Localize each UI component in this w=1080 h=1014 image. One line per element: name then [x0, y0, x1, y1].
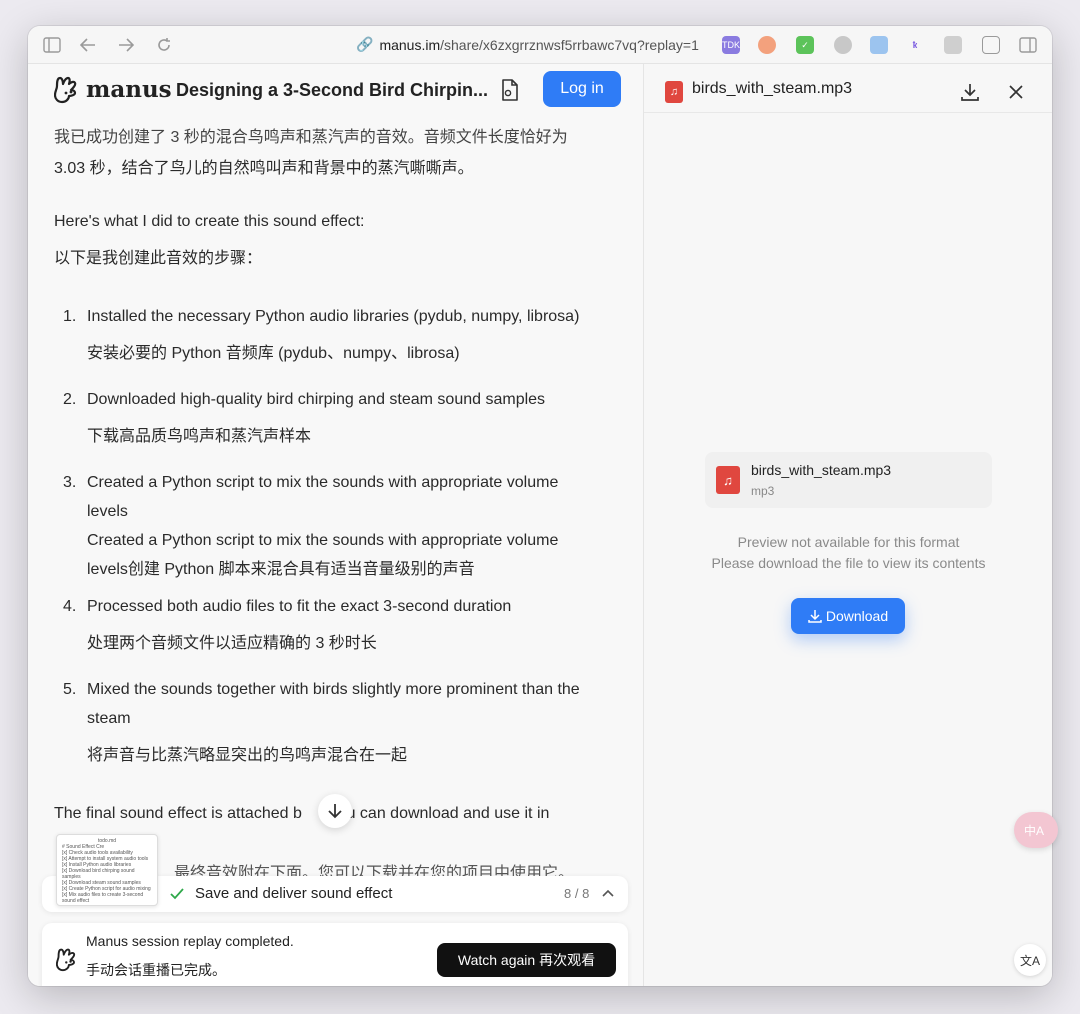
- manus-wordmark: manus: [86, 75, 172, 103]
- preview-unavailable-text: Preview not available for this format: [737, 534, 960, 550]
- step-en: Installed the necessary Python audio lib…: [87, 308, 580, 325]
- url-host: manus.im: [379, 36, 441, 53]
- file-card[interactable]: ♫ birds_with_steam.mp3 mp3: [705, 452, 992, 508]
- step-zh: 处理两个音频文件以适应精确的 3 秒时长: [87, 635, 377, 652]
- check-icon: [170, 888, 184, 900]
- extension-k-icon[interactable]: ҟ: [906, 36, 924, 54]
- step-zh-cont: levels创建 Python 脚本来混合具有适当音量级别的声音: [87, 561, 475, 578]
- forward-arrow-icon[interactable]: [116, 35, 136, 55]
- steps-heading-zh: 以下是我创建此音效的步骤：: [54, 250, 263, 267]
- computer-preview-thumbnail[interactable]: todo.md # Sound Effect Cre [x] Check aud…: [56, 834, 158, 906]
- manus-logo[interactable]: manus: [54, 74, 172, 104]
- step-zh: 安装必要的 Python 音频库 (pydub、numpy、librosa): [87, 345, 460, 362]
- replay-message-en: Manus session replay completed.: [86, 933, 294, 949]
- file-preview-header: ♫ birds_with_steam.mp3: [644, 64, 1052, 113]
- replay-completed-banner: Manus session replay completed. 手动会话重播已完…: [42, 923, 628, 986]
- step-zh: Created a Python script to mix the sound…: [87, 532, 559, 549]
- step-en-cont: levels: [87, 503, 128, 520]
- arrow-down-icon: [328, 804, 342, 819]
- task-step-counter: 8 / 8: [564, 886, 590, 901]
- extension-gray-icon[interactable]: [834, 36, 852, 54]
- step-zh: 下载高品质鸟鸣声和蒸汽声样本: [87, 428, 312, 445]
- list-number: 2.: [63, 391, 77, 408]
- download-button-label: Download: [825, 608, 889, 624]
- intro-partial-text: 我已成功创建了 3 秒的混合鸟鸣声和蒸汽声的音效。音频文件长度恰好为: [54, 129, 568, 146]
- extension-box-icon[interactable]: [870, 36, 888, 54]
- download-icon[interactable]: [960, 82, 980, 102]
- address-bar[interactable]: 🔗 manus.im/share/x6zxgrrznwsf5rrbawc7vq?…: [356, 36, 699, 53]
- reload-icon[interactable]: [154, 35, 174, 55]
- file-card-name: birds_with_steam.mp3: [751, 462, 892, 478]
- list-number: 3.: [63, 474, 77, 491]
- watch-again-button[interactable]: Watch again 再次观看: [437, 943, 616, 977]
- translate-icon[interactable]: 文A: [1014, 944, 1046, 976]
- page-title: Designing a 3-Second Bird Chirpin...: [176, 80, 489, 100]
- extension-tdk-icon[interactable]: TDK: [722, 36, 740, 54]
- download-icon: [808, 610, 822, 623]
- replay-message-zh: 手动会话重播已完成。: [86, 962, 226, 978]
- thumbnail-line: [x] Mix audio files to create 3-second s…: [62, 892, 144, 904]
- step-en: Mixed the sounds together with birds sli…: [87, 681, 580, 698]
- url-path: /share/x6zxgrrznwsf5rrbawc7vq?replay=1: [440, 36, 699, 53]
- file-card-type: mp3: [751, 484, 775, 498]
- extension-check-icon[interactable]: ✓: [796, 36, 814, 54]
- scroll-down-button[interactable]: [318, 794, 352, 828]
- download-button[interactable]: Download: [791, 598, 905, 634]
- file-title: birds_with_steam.mp3: [692, 80, 853, 97]
- task-step-label: Save and deliver sound effect: [195, 885, 393, 902]
- manus-hand-icon: [56, 948, 76, 972]
- chevron-up-icon[interactable]: [602, 889, 614, 897]
- extension-peach-icon[interactable]: [758, 36, 776, 54]
- list-number: 4.: [63, 598, 77, 615]
- audio-file-icon: ♫: [716, 466, 740, 494]
- back-arrow-icon[interactable]: [78, 35, 98, 55]
- manus-hand-icon: [54, 76, 77, 104]
- login-button[interactable]: Log in: [543, 71, 621, 107]
- browser-window: 🔗 manus.im/share/x6zxgrrznwsf5rrbawc7vq?…: [28, 26, 1052, 986]
- floating-translate-icon[interactable]: 中A: [1014, 812, 1058, 848]
- step-en: Processed both audio files to fit the ex…: [87, 598, 512, 615]
- file-preview-pane: ♫ birds_with_steam.mp3 ♫ birds_with_stea…: [643, 64, 1052, 986]
- step-en: Created a Python script to mix the sound…: [87, 474, 559, 491]
- camera-icon[interactable]: [944, 36, 962, 54]
- browser-toolbar: 🔗 manus.im/share/x6zxgrrznwsf5rrbawc7vq?…: [28, 26, 1052, 64]
- thumbnail-line: [x] Download bird chirping sound samples: [62, 868, 135, 880]
- list-number: 5.: [63, 681, 77, 698]
- split-view-icon[interactable]: [1018, 35, 1038, 55]
- close-icon[interactable]: [1008, 84, 1024, 100]
- final-text-a: The final sound effect is attached b: [54, 805, 302, 822]
- chat-pane: manus Designing a 3-Second Bird Chirpin.…: [28, 64, 643, 986]
- step-en: Downloaded high-quality bird chirping an…: [87, 391, 546, 408]
- chat-header: manus Designing a 3-Second Bird Chirpin.…: [28, 64, 643, 124]
- step-en-cont: steam: [87, 710, 131, 727]
- steps-heading-en: Here's what I did to create this sound e…: [54, 213, 365, 230]
- final-text-b: . You can download and use it in: [319, 805, 550, 822]
- list-number: 1.: [63, 308, 77, 325]
- download-hint-text: Please download the file to view its con…: [711, 555, 986, 571]
- step-zh: 将声音与比蒸汽略显突出的鸟鸣声混合在一起: [87, 747, 408, 764]
- sidebar-toggle-icon[interactable]: [42, 35, 62, 55]
- intro-text: 3.03 秒，结合了鸟儿的自然鸣叫声和背景中的蒸汽嘶嘶声。: [54, 160, 474, 177]
- link-icon: 🔗: [356, 36, 374, 52]
- share-file-icon[interactable]: [500, 78, 524, 104]
- audio-file-icon: ♫: [665, 81, 683, 103]
- extensions-menu-icon[interactable]: [982, 36, 1000, 54]
- final-text: The final sound effect is attached b . Yo…: [54, 799, 549, 828]
